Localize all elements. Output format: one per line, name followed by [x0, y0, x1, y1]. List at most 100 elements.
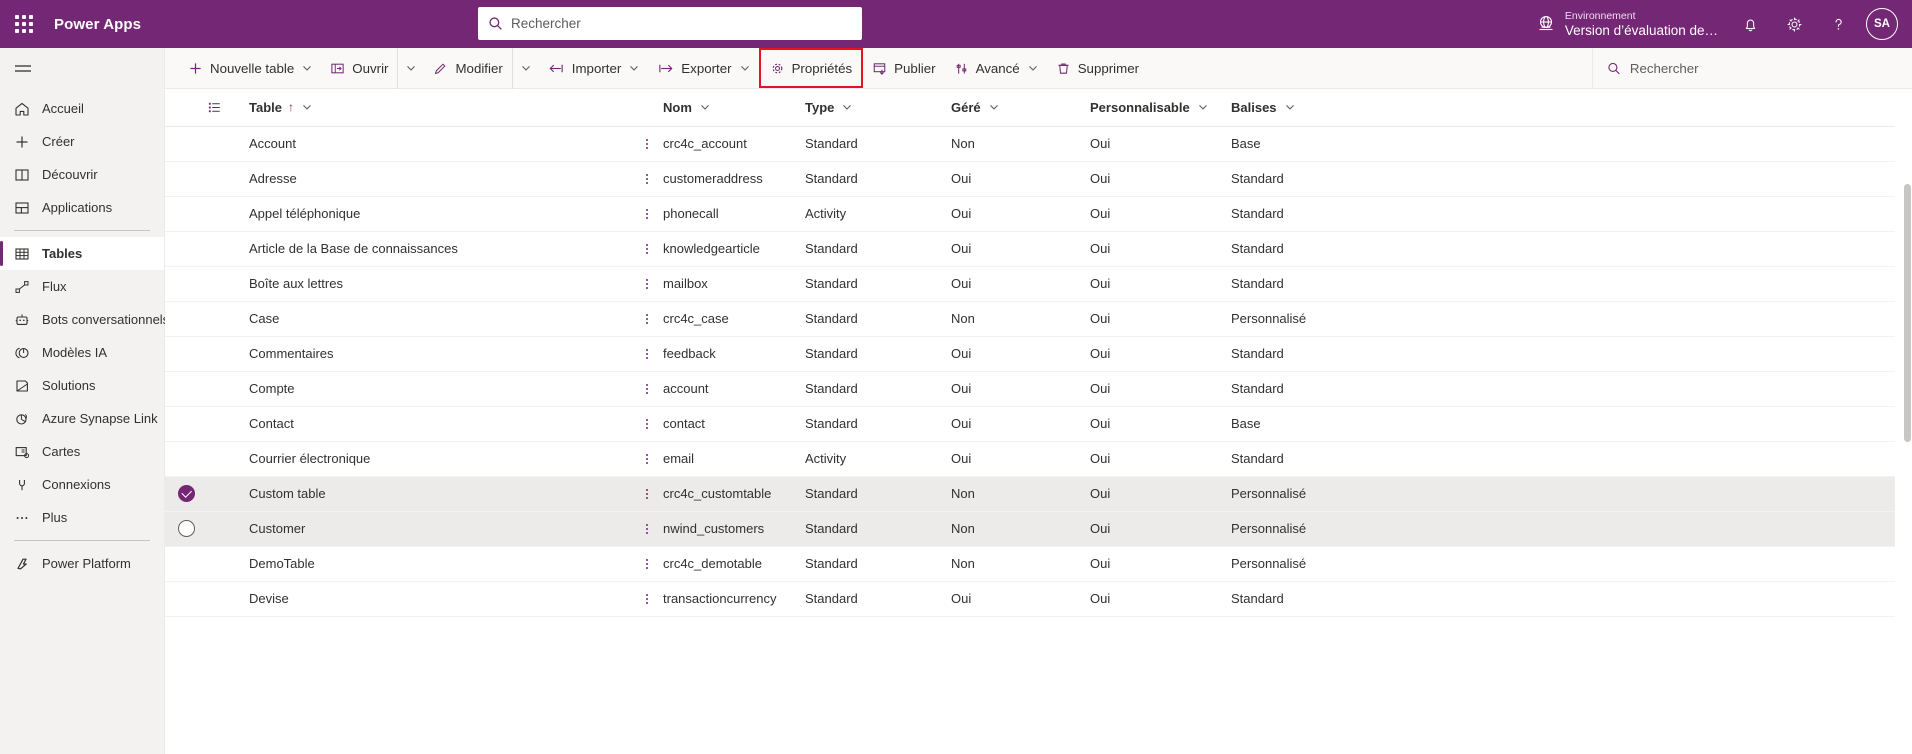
kebab-menu-icon[interactable]	[631, 453, 663, 464]
new-table-button[interactable]: Nouvelle table	[179, 48, 321, 89]
sidebar-item-connexions[interactable]: Connexions	[0, 468, 164, 501]
list-view-icon[interactable]	[207, 100, 249, 115]
row-select-cell[interactable]	[165, 511, 207, 547]
avatar[interactable]: SA	[1866, 8, 1898, 40]
kebab-menu-icon[interactable]	[631, 208, 663, 219]
question-mark-icon[interactable]	[1816, 0, 1860, 48]
kebab-menu-icon[interactable]	[631, 488, 663, 499]
sidebar-item-tables[interactable]: Tables	[0, 237, 164, 270]
cell-table-name[interactable]: Customer	[249, 511, 631, 547]
column-header-personnalisable[interactable]: Personnalisable	[1090, 89, 1231, 127]
row-select-cell[interactable]	[165, 546, 207, 582]
import-button[interactable]: Importer	[539, 48, 649, 89]
row-select-cell[interactable]	[165, 196, 207, 232]
cell-table-name[interactable]: DemoTable	[249, 546, 631, 582]
cell-table-name[interactable]: Appel téléphonique	[249, 196, 631, 232]
kebab-menu-icon[interactable]	[631, 313, 663, 324]
chevron-down-icon[interactable]	[989, 102, 999, 112]
table-row[interactable]: DemoTable crc4c_demotable Standard Non Oui Pe…	[165, 546, 1895, 582]
chevron-down-icon[interactable]	[1198, 102, 1208, 112]
row-select-cell[interactable]	[165, 371, 207, 407]
chevron-down-icon[interactable]	[700, 102, 710, 112]
row-select-cell[interactable]	[165, 231, 207, 267]
row-more-actions[interactable]	[631, 161, 663, 197]
chevron-down-icon[interactable]	[302, 102, 312, 112]
row-more-actions[interactable]	[631, 126, 663, 162]
scrollbar-thumb[interactable]	[1904, 184, 1911, 442]
chevron-down-icon[interactable]	[842, 102, 852, 112]
table-row[interactable]: Customer nwind_customers Standard Non Oui Per…	[165, 511, 1895, 547]
app-launcher-icon[interactable]	[0, 0, 48, 48]
row-more-actions[interactable]	[631, 406, 663, 442]
row-more-actions[interactable]	[631, 581, 663, 617]
row-radio-unchecked[interactable]	[178, 520, 195, 537]
kebab-menu-icon[interactable]	[631, 383, 663, 394]
table-row[interactable]: Case crc4c_case Standard Non Oui Personnalisé	[165, 301, 1895, 337]
cell-table-name[interactable]: Devise	[249, 581, 631, 617]
cell-table-name[interactable]: Article de la Base de connaissances	[249, 231, 631, 267]
table-row[interactable]: Appel téléphonique phonecall Activity Oui Ou…	[165, 196, 1895, 232]
chevron-down-icon[interactable]	[302, 63, 312, 73]
chevron-down-icon[interactable]	[1285, 102, 1295, 112]
table-row[interactable]: Compte account Standard Oui Oui Standard	[165, 371, 1895, 407]
sidebar-item-accueil[interactable]: Accueil	[0, 92, 164, 125]
row-select-cell[interactable]	[165, 266, 207, 302]
kebab-menu-icon[interactable]	[631, 523, 663, 534]
kebab-menu-icon[interactable]	[631, 558, 663, 569]
edit-split-chevron[interactable]	[511, 47, 539, 89]
column-header-table[interactable]: Table ↑	[249, 89, 631, 127]
open-button[interactable]: Ouvrir	[321, 48, 397, 89]
cell-table-name[interactable]: Account	[249, 126, 631, 162]
grid-search[interactable]	[1607, 61, 1912, 76]
chevron-down-icon[interactable]	[740, 63, 750, 73]
row-select-cell[interactable]	[165, 126, 207, 162]
row-more-actions[interactable]	[631, 301, 663, 337]
export-button[interactable]: Exporter	[648, 48, 758, 89]
hamburger-menu-icon[interactable]	[0, 48, 164, 92]
table-row[interactable]: Custom table crc4c_customtable Standard Non…	[165, 476, 1895, 512]
row-more-actions[interactable]	[631, 511, 663, 547]
row-more-actions[interactable]	[631, 196, 663, 232]
kebab-menu-icon[interactable]	[631, 593, 663, 604]
kebab-menu-icon[interactable]	[631, 243, 663, 254]
row-select-cell[interactable]	[165, 581, 207, 617]
row-more-actions[interactable]	[631, 266, 663, 302]
sidebar-item-modeles-ia[interactable]: Modèles IA	[0, 336, 164, 369]
open-split-chevron[interactable]	[397, 47, 424, 89]
sidebar-item-cartes[interactable]: Cartes	[0, 435, 164, 468]
row-select-cell[interactable]	[165, 336, 207, 372]
row-select-cell[interactable]	[165, 406, 207, 442]
cell-table-name[interactable]: Courrier électronique	[249, 441, 631, 477]
table-row[interactable]: Boîte aux lettres mailbox Standard Oui Oui St…	[165, 266, 1895, 302]
row-more-actions[interactable]	[631, 441, 663, 477]
properties-button[interactable]: Propriétés	[758, 48, 864, 88]
row-more-actions[interactable]	[631, 476, 663, 512]
sidebar-item-power-platform[interactable]: Power Platform	[0, 547, 164, 580]
kebab-menu-icon[interactable]	[631, 138, 663, 149]
sidebar-item-azure-synapse-link[interactable]: Azure Synapse Link	[0, 402, 164, 435]
sidebar-item-applications[interactable]: Applications	[0, 191, 164, 224]
table-row[interactable]: Account crc4c_account Standard Non Oui Base	[165, 126, 1895, 162]
column-header-gere[interactable]: Géré	[951, 89, 1090, 127]
table-row[interactable]: Adresse customeraddress Standard Oui Oui Stan…	[165, 161, 1895, 197]
column-header-type[interactable]: Type	[805, 89, 951, 127]
kebab-menu-icon[interactable]	[631, 278, 663, 289]
cell-table-name[interactable]: Boîte aux lettres	[249, 266, 631, 302]
row-radio-checked[interactable]	[178, 485, 195, 502]
kebab-menu-icon[interactable]	[631, 173, 663, 184]
kebab-menu-icon[interactable]	[631, 418, 663, 429]
row-more-actions[interactable]	[631, 336, 663, 372]
advanced-button[interactable]: Avancé	[945, 48, 1047, 89]
chevron-down-icon[interactable]	[1028, 63, 1038, 73]
kebab-menu-icon[interactable]	[631, 348, 663, 359]
row-select-cell[interactable]	[165, 441, 207, 477]
search-input[interactable]	[511, 16, 852, 31]
row-more-actions[interactable]	[631, 371, 663, 407]
sidebar-item-plus[interactable]: Plus	[0, 501, 164, 534]
vertical-scrollbar[interactable]	[1904, 184, 1911, 754]
sidebar-item-flux[interactable]: Flux	[0, 270, 164, 303]
cell-table-name[interactable]: Compte	[249, 371, 631, 407]
sidebar-item-solutions[interactable]: Solutions	[0, 369, 164, 402]
sidebar-item-bots-conversationnels[interactable]: Bots conversationnels	[0, 303, 169, 336]
table-row[interactable]: Courrier électronique email Activity Oui Oui…	[165, 441, 1895, 477]
